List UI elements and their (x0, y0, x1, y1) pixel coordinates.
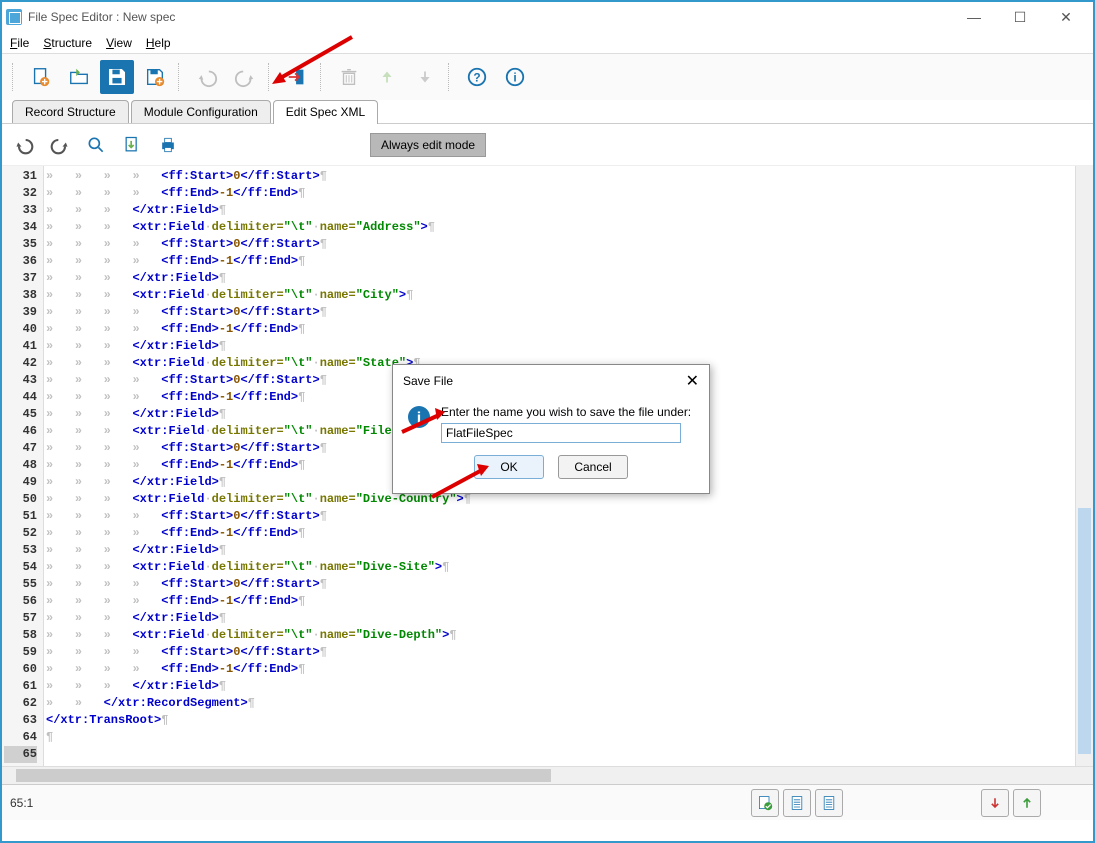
menu-help[interactable]: Help (146, 36, 171, 50)
new-file-button[interactable] (24, 60, 58, 94)
menu-file[interactable]: File (10, 36, 29, 50)
save-button[interactable] (100, 60, 134, 94)
editor-undo-button[interactable] (10, 131, 38, 159)
line-number-gutter: 3132333435363738394041424344454647484950… (2, 166, 44, 766)
tab-module-configuration[interactable]: Module Configuration (131, 100, 271, 123)
open-file-button[interactable] (62, 60, 96, 94)
status-doc1-button[interactable] (783, 789, 811, 817)
app-icon (6, 9, 22, 25)
tab-edit-spec-xml[interactable]: Edit Spec XML (273, 100, 378, 124)
editor-redo-button[interactable] (46, 131, 74, 159)
filename-input[interactable] (441, 423, 681, 443)
dialog-close-button[interactable]: ✕ (686, 371, 699, 391)
editor-search-button[interactable] (82, 131, 110, 159)
save-file-dialog: Save File ✕ i Enter the name you wish to… (392, 364, 710, 494)
close-window-button[interactable]: ✕ (1043, 3, 1089, 31)
delete-button[interactable] (332, 60, 366, 94)
cursor-position: 65:1 (10, 796, 33, 810)
minimize-button[interactable]: — (951, 3, 997, 31)
editor-tabs: Record Structure Module Configuration Ed… (2, 100, 1093, 124)
undo-button[interactable] (190, 60, 224, 94)
menu-view[interactable]: View (106, 36, 132, 50)
menubar: File Structure View Help (2, 32, 1093, 54)
info-icon: i (407, 405, 431, 429)
editor-print-button[interactable] (154, 131, 182, 159)
ok-button[interactable]: OK (474, 455, 544, 479)
dialog-message: Enter the name you wish to save the file… (441, 405, 695, 419)
status-down-button[interactable] (981, 789, 1009, 817)
window-title: File Spec Editor : New spec (28, 10, 951, 24)
dialog-title: Save File (403, 374, 453, 388)
status-doc2-button[interactable] (815, 789, 843, 817)
exit-button[interactable] (280, 60, 314, 94)
move-down-button[interactable] (408, 60, 442, 94)
horizontal-scrollbar[interactable] (2, 766, 1093, 784)
svg-text:i: i (417, 410, 421, 427)
help-button[interactable]: ? (460, 60, 494, 94)
editor-toolbar: Always edit mode (2, 124, 1093, 166)
svg-text:?: ? (473, 71, 480, 85)
save-as-button[interactable] (138, 60, 172, 94)
status-validate-button[interactable] (751, 789, 779, 817)
statusbar: 65:1 (2, 784, 1093, 820)
always-edit-mode-button[interactable]: Always edit mode (370, 133, 486, 157)
window-titlebar: File Spec Editor : New spec — ☐ ✕ (2, 2, 1093, 32)
about-button[interactable]: i (498, 60, 532, 94)
status-up-button[interactable] (1013, 789, 1041, 817)
cancel-button[interactable]: Cancel (558, 455, 628, 479)
svg-text:i: i (513, 71, 516, 85)
vertical-scrollbar[interactable] (1075, 166, 1093, 766)
main-toolbar: ? i (2, 54, 1093, 100)
maximize-button[interactable]: ☐ (997, 3, 1043, 31)
menu-structure[interactable]: Structure (43, 36, 92, 50)
redo-button[interactable] (228, 60, 262, 94)
tab-record-structure[interactable]: Record Structure (12, 100, 129, 123)
editor-import-button[interactable] (118, 131, 146, 159)
move-up-button[interactable] (370, 60, 404, 94)
